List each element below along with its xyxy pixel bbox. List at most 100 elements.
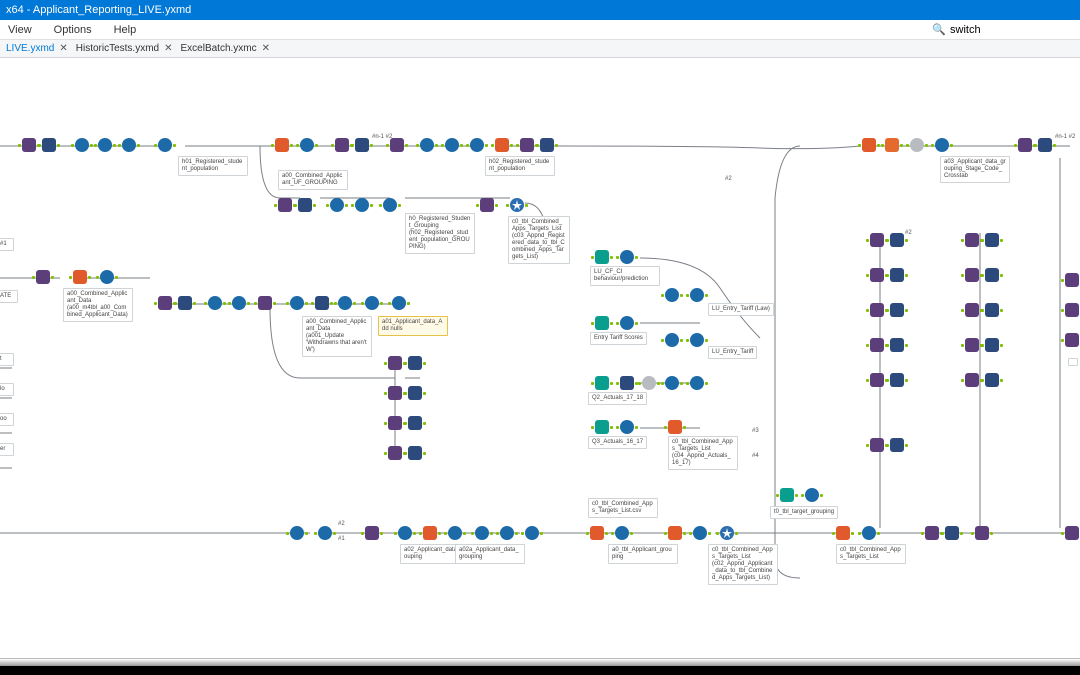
check-tool[interactable] [338, 296, 352, 310]
browse-tool[interactable] [388, 446, 402, 460]
union-tool[interactable] [668, 420, 682, 434]
formula-tool[interactable] [665, 333, 679, 347]
browse-tool[interactable] [1065, 526, 1079, 540]
search-input[interactable] [950, 24, 1070, 36]
scrollbar-area[interactable] [0, 658, 1080, 666]
check-tool[interactable] [935, 138, 949, 152]
formula-tool[interactable] [122, 138, 136, 152]
browse-tool[interactable] [335, 138, 349, 152]
macro-input-tool[interactable] [595, 420, 609, 434]
browse-tool[interactable] [388, 416, 402, 430]
select-tool[interactable] [355, 138, 369, 152]
check-tool[interactable] [445, 138, 459, 152]
tab-live[interactable]: LIVE.yxmd ✕ [6, 43, 68, 54]
check-tool[interactable] [690, 376, 704, 390]
menu-view[interactable]: View [8, 24, 32, 36]
summarize-tool[interactable] [590, 526, 604, 540]
check-tool[interactable] [615, 526, 629, 540]
select-tool[interactable] [985, 303, 999, 317]
select-tool[interactable] [985, 233, 999, 247]
macro-input-tool[interactable] [595, 376, 609, 390]
select-tool[interactable] [890, 438, 904, 452]
check-tool[interactable] [525, 526, 539, 540]
formula-tool[interactable] [420, 138, 434, 152]
browse-tool[interactable] [870, 233, 884, 247]
formula-tool[interactable] [98, 138, 112, 152]
browse-tool[interactable] [870, 268, 884, 282]
select-tool[interactable] [890, 303, 904, 317]
formula-tool[interactable] [500, 526, 514, 540]
union-tool[interactable] [836, 526, 850, 540]
select-tool[interactable] [408, 356, 422, 370]
select-tool[interactable] [540, 138, 554, 152]
browse-tool[interactable] [965, 373, 979, 387]
browse-tool[interactable] [365, 526, 379, 540]
select-tool[interactable] [42, 138, 56, 152]
macro-input-tool[interactable] [595, 316, 609, 330]
check-tool[interactable] [383, 198, 397, 212]
select-tool[interactable] [890, 338, 904, 352]
join-multiple-tool[interactable] [510, 198, 524, 212]
close-icon[interactable]: ✕ [164, 43, 172, 54]
menu-help[interactable]: Help [114, 24, 137, 36]
summarize-tool[interactable] [495, 138, 509, 152]
select-tool[interactable] [408, 446, 422, 460]
formula-tool[interactable] [620, 316, 634, 330]
workflow-canvas[interactable]: #1 ATE t lo oo er h01_Registered_student… [0, 58, 1080, 658]
search-box[interactable]: 🔍 [932, 23, 1070, 36]
select-tool[interactable] [408, 386, 422, 400]
formula-tool[interactable] [300, 138, 314, 152]
browse-tool[interactable] [520, 138, 534, 152]
browse-tool[interactable] [975, 526, 989, 540]
formula-tool[interactable] [208, 296, 222, 310]
summarize-tool[interactable] [423, 526, 437, 540]
browse-tool[interactable] [870, 373, 884, 387]
check-tool[interactable] [620, 420, 634, 434]
browse-tool[interactable] [1065, 273, 1079, 287]
browse-tool[interactable] [870, 303, 884, 317]
browse-tool[interactable] [158, 296, 172, 310]
select-tool[interactable] [620, 376, 634, 390]
check-tool[interactable] [290, 296, 304, 310]
check-tool[interactable] [158, 138, 172, 152]
browse-tool[interactable] [1065, 333, 1079, 347]
formula-tool[interactable] [398, 526, 412, 540]
close-icon[interactable]: ✕ [59, 43, 67, 54]
summarize-tool[interactable] [73, 270, 87, 284]
check-tool[interactable] [475, 526, 489, 540]
macro-input-tool[interactable] [595, 250, 609, 264]
browse-tool[interactable] [388, 386, 402, 400]
check-tool[interactable] [690, 288, 704, 302]
tab-historic[interactable]: HistoricTests.yxmd ✕ [76, 43, 173, 54]
select-tool[interactable] [890, 373, 904, 387]
formula-tool[interactable] [470, 138, 484, 152]
crosstab-tool[interactable] [885, 138, 899, 152]
menu-options[interactable]: Options [54, 24, 92, 36]
check-tool[interactable] [690, 333, 704, 347]
select-tool[interactable] [1038, 138, 1052, 152]
browse-tool[interactable] [965, 338, 979, 352]
check-tool[interactable] [862, 526, 876, 540]
formula-tool[interactable] [355, 198, 369, 212]
browse-tool[interactable] [1018, 138, 1032, 152]
formula-tool[interactable] [232, 296, 246, 310]
browse-tool[interactable] [965, 233, 979, 247]
formula-tool[interactable] [75, 138, 89, 152]
select-tool[interactable] [985, 268, 999, 282]
select-tool[interactable] [985, 338, 999, 352]
container-tool[interactable] [642, 376, 656, 390]
browse-tool[interactable] [965, 268, 979, 282]
browse-tool[interactable] [870, 438, 884, 452]
tool-container-tool[interactable] [910, 138, 924, 152]
formula-tool[interactable] [330, 198, 344, 212]
browse-tool[interactable] [390, 138, 404, 152]
browse-tool[interactable] [22, 138, 36, 152]
check-tool[interactable] [620, 250, 634, 264]
summarize-tool[interactable] [275, 138, 289, 152]
browse-tool[interactable] [870, 338, 884, 352]
union-tool[interactable] [668, 526, 682, 540]
formula-tool[interactable] [665, 376, 679, 390]
join-multiple-tool[interactable] [720, 526, 734, 540]
browse-tool[interactable] [925, 526, 939, 540]
check-tool[interactable] [290, 526, 304, 540]
